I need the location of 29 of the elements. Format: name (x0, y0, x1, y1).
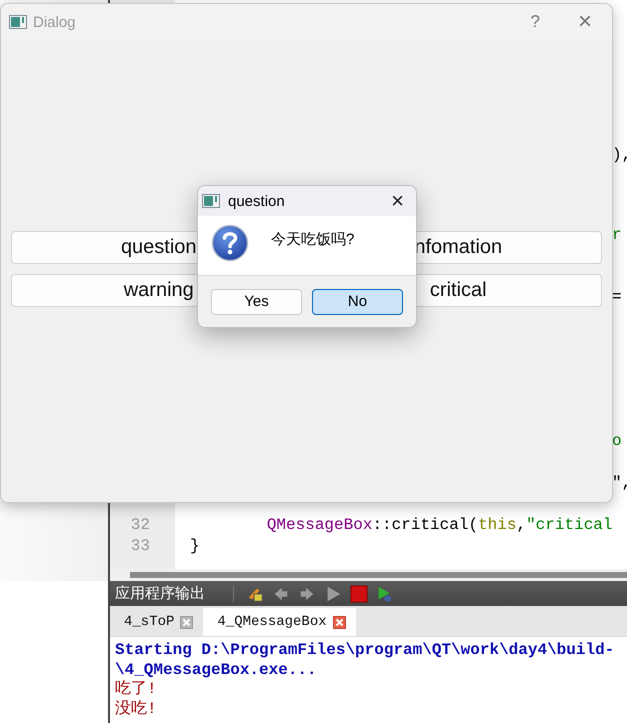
line-number: 33 (130, 536, 150, 557)
window-icon (9, 15, 27, 29)
code-fragment: r (612, 226, 622, 244)
output-line: \4_QMessageBox.exe... (115, 660, 318, 680)
panel-title: 应用程序输出 (115, 584, 205, 603)
output-line: 没吃! (115, 700, 158, 719)
close-icon[interactable] (332, 616, 346, 628)
close-button[interactable]: × (379, 188, 416, 214)
question-icon (211, 224, 249, 262)
line-number: 32 (130, 515, 150, 536)
code-fragment: = (612, 288, 622, 306)
code-fragment: ), (612, 146, 627, 164)
close-icon[interactable] (180, 616, 194, 628)
dialog-button[interactable]: Yes (211, 288, 302, 314)
code-line: QMessageBox::critical(this,"critical (266, 515, 614, 536)
output-line: Starting D:\ProgramFiles\program\QT\work\day4\build- (115, 641, 616, 660)
code-fragment: ", (612, 474, 627, 492)
window-icon (202, 194, 220, 208)
window-title: question (228, 192, 286, 210)
help-button[interactable]: ? (520, 12, 550, 32)
stop-icon[interactable] (350, 584, 368, 602)
close-button[interactable]: × (556, 8, 604, 36)
code-fragment: o (612, 432, 622, 450)
output-line: 吃了! (115, 680, 158, 700)
output-tab[interactable]: 4_QMessageBox (203, 608, 356, 636)
code-line: } (190, 536, 201, 557)
dialog-button[interactable]: No (312, 288, 403, 314)
window-title: Dialog (33, 14, 77, 30)
debug-run-icon[interactable] (376, 584, 394, 602)
